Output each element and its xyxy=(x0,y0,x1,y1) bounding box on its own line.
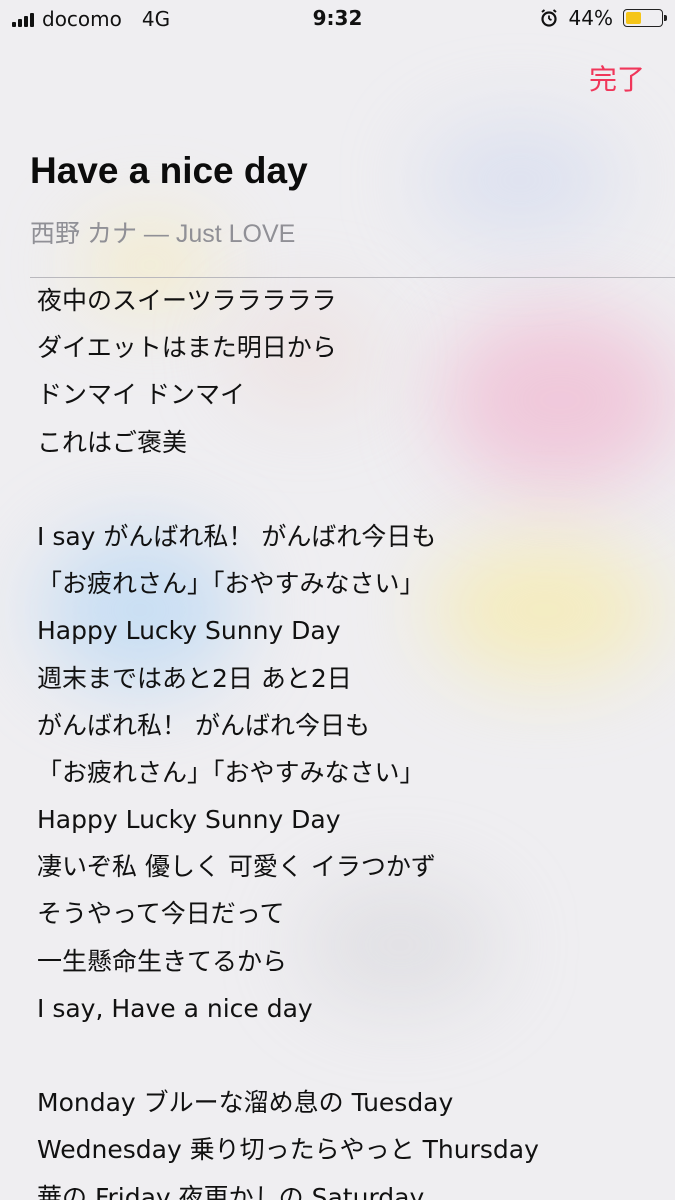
battery-level-fill xyxy=(626,12,641,24)
lyric-line: 夜中のスイーツラララララ xyxy=(37,286,337,315)
lyric-line: Monday ブルーな溜め息の Tuesday xyxy=(37,1088,454,1118)
lyrics-text-view[interactable]: 夜中のスイーツラララララ ダイエットはまた明日から ドンマイ ドンマイ これはご褒美 I… xyxy=(37,277,667,1200)
lyric-line: Happy Lucky Sunny Day xyxy=(37,805,341,835)
lyric-line: がんばれ私！ がんばれ今日も xyxy=(37,710,370,740)
artist-album-subtitle: 西野 カナ — Just LOVE xyxy=(30,220,296,248)
lyric-blank-line xyxy=(37,466,667,513)
battery-percent: 44% xyxy=(568,6,613,30)
lyric-line: これはご褒美 xyxy=(37,427,188,457)
lyric-blank-line xyxy=(37,1032,667,1079)
lyric-line: 週末まではあと2日 あと2日 xyxy=(37,663,352,693)
lyric-line: ダイエットはまた明日から xyxy=(37,333,337,363)
status-bar: docomo 4G 9:32 44% xyxy=(0,0,675,40)
alarm-icon xyxy=(540,9,557,27)
lyrics-screen: docomo 4G 9:32 44% 完了 Have a nice day 西野… xyxy=(0,0,675,1200)
song-header: Have a nice day 西野 カナ — Just LOVE xyxy=(30,150,308,250)
lyric-line: そうやって今日だって xyxy=(37,899,285,929)
lyric-line: 華の Friday 夜更かしの Saturday xyxy=(37,1182,425,1200)
lyric-line: 凄いぞ私 優しく 可愛く イラつかず xyxy=(37,852,436,882)
song-title: Have a nice day xyxy=(30,150,308,191)
battery-icon xyxy=(623,9,667,27)
lyric-line: ドンマイ ドンマイ xyxy=(37,380,245,410)
done-button[interactable]: 完了 xyxy=(589,58,645,98)
lyric-line: I say がんばれ私！ がんばれ今日も xyxy=(37,521,437,551)
lyric-line: I say, Have a nice day xyxy=(37,993,313,1023)
lyric-line: Happy Lucky Sunny Day xyxy=(37,616,341,646)
lyric-line: 「お疲れさん」「おやすみなさい」 xyxy=(37,757,425,787)
lyric-line: 一生懸命生きてるから xyxy=(37,946,288,976)
lyric-line: 「お疲れさん」「おやすみなさい」 xyxy=(37,569,425,599)
lyric-line: Wednesday 乗り切ったらやっと Thursday xyxy=(37,1135,539,1165)
